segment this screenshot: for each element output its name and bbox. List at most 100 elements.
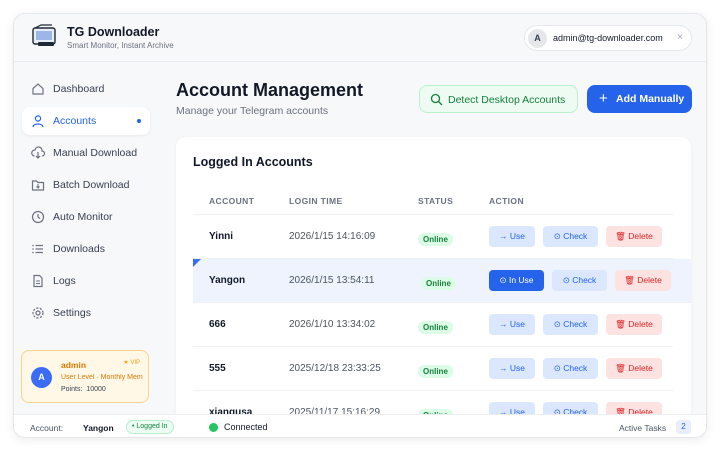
use-button-label: Use: [509, 319, 525, 329]
delete-button-label: Delete: [628, 319, 653, 329]
delete-button-label: Delete: [628, 231, 653, 241]
user-menu[interactable]: A admin@tg-downloader.com ×: [524, 25, 692, 51]
use-button[interactable]: → Use: [489, 226, 535, 247]
document-icon: [33, 274, 43, 288]
column-header-action: ACTION: [489, 196, 524, 206]
account-name: 666: [209, 319, 226, 330]
app-subtitle: Smart Monitor, Instant Archive: [67, 41, 174, 50]
use-button-label: Use: [509, 363, 525, 373]
connected-icon: [209, 423, 218, 432]
active-indicator: [137, 119, 141, 123]
in-use-button-label: In Use: [508, 275, 534, 285]
check-button[interactable]: ⊙ Check: [543, 226, 598, 247]
sidebar-item-auto-monitor[interactable]: Auto Monitor: [22, 203, 150, 231]
sidebar-item-manual-download[interactable]: Manual Download: [22, 139, 150, 167]
home-icon: [32, 83, 44, 95]
avatar: A: [31, 367, 52, 388]
column-header-login-time: LOGIN TIME: [289, 196, 343, 206]
points-label: Points:: [61, 386, 83, 393]
check-button-label: Check: [572, 275, 597, 285]
app-header: TG Downloader Smart Monitor, Instant Arc…: [14, 14, 706, 62]
check-circle-icon: ⊙: [553, 231, 561, 241]
cloud-download-icon: [31, 146, 45, 159]
arrow-right-icon: →: [499, 363, 508, 373]
status-bar: Account: Yangon • Logged In Connected Ac…: [14, 414, 706, 437]
check-button[interactable]: ⊙ Check: [543, 314, 598, 335]
gear-icon: [32, 307, 44, 319]
delete-button[interactable]: 🗑 Delete: [606, 314, 662, 335]
accounts-panel: Logged In Accounts ACCOUNT LOGIN TIME ST…: [176, 137, 691, 427]
delete-button-label: Delete: [637, 275, 662, 285]
sidebar-item-label: Dashboard: [53, 83, 105, 95]
app-title: TG Downloader: [67, 25, 160, 39]
account-name: Yangon: [209, 275, 246, 286]
sidebar-item-label: Settings: [53, 307, 91, 319]
check-circle-icon: ⊙: [562, 275, 570, 285]
table-row: 666 2026/1/10 13:34:02 Online → Use ⊙ Ch…: [193, 303, 673, 347]
user-points: Points: 10000: [61, 386, 106, 393]
check-button-label: Check: [563, 319, 588, 329]
list-icon: [32, 244, 43, 254]
sidebar-item-label: Manual Download: [53, 147, 138, 159]
table-row-current: Yangon 2026/1/15 13:54:11 Online ⊙ In Us…: [193, 259, 691, 303]
column-header-status: STATUS: [418, 196, 454, 206]
in-use-button[interactable]: ⊙ In Use: [489, 270, 544, 291]
sidebar-item-label: Downloads: [53, 243, 105, 255]
user-email: admin@tg-downloader.com: [553, 33, 663, 43]
page-subtitle: Manage your Telegram accounts: [176, 105, 329, 117]
connection-status: Connected: [224, 422, 268, 432]
sidebar-item-label: Logs: [53, 275, 76, 287]
active-tasks-count[interactable]: 2: [676, 420, 691, 434]
login-time: 2026/1/10 13:34:02: [289, 319, 376, 330]
sidebar-item-dashboard[interactable]: Dashboard: [22, 75, 150, 103]
detect-button-label: Detect Desktop Accounts: [448, 94, 566, 106]
sidebar-item-batch-download[interactable]: Batch Download: [22, 171, 150, 199]
avatar: A: [528, 29, 547, 48]
check-circle-icon: ⊙: [499, 275, 507, 285]
table-header: ACCOUNT LOGIN TIME STATUS ACTION: [193, 187, 673, 215]
user-card[interactable]: A admin User Level · Monthly Member Poin…: [21, 350, 149, 403]
detect-desktop-accounts-button[interactable]: Detect Desktop Accounts: [419, 85, 578, 113]
sidebar-item-logs[interactable]: Logs: [22, 267, 150, 295]
account-name: Yinni: [209, 231, 234, 242]
trash-icon: 🗑: [615, 363, 626, 373]
sidebar-item-settings[interactable]: Settings: [22, 299, 150, 327]
account-name: 555: [209, 363, 226, 374]
user-name: admin: [61, 360, 87, 370]
use-button[interactable]: → Use: [489, 358, 535, 379]
table-row: Yinni 2026/1/15 14:16:09 Online → Use ⊙ …: [193, 215, 673, 259]
delete-button[interactable]: 🗑 Delete: [606, 226, 662, 247]
search-icon: [430, 93, 443, 106]
use-button[interactable]: → Use: [489, 314, 535, 335]
sidebar-item-downloads[interactable]: Downloads: [22, 235, 150, 263]
points-value: 10000: [86, 386, 106, 393]
sidebar-item-label: Accounts: [53, 115, 97, 127]
delete-button[interactable]: 🗑 Delete: [606, 358, 662, 379]
status-badge: Online: [421, 277, 456, 290]
status-badge: Online: [418, 365, 453, 378]
arrow-right-icon: →: [499, 319, 508, 329]
sidebar-item-label: Auto Monitor: [53, 211, 113, 223]
sidebar-item-accounts[interactable]: Accounts: [22, 107, 150, 135]
check-button[interactable]: ⊙ Check: [552, 270, 607, 291]
close-icon[interactable]: ×: [677, 32, 683, 43]
table-row: 555 2025/12/18 23:33:25 Online → Use ⊙ C…: [193, 347, 673, 391]
delete-button[interactable]: 🗑 Delete: [615, 270, 671, 291]
page-title: Account Management: [176, 80, 364, 100]
trash-icon: 🗑: [624, 275, 635, 285]
folder-download-icon: [31, 180, 45, 191]
check-circle-icon: ⊙: [553, 363, 561, 373]
check-button-label: Check: [563, 231, 588, 241]
user-level: User Level · Monthly Member: [61, 374, 143, 381]
current-indicator: [193, 259, 201, 267]
login-time: 2026/1/15 13:54:11: [289, 275, 375, 286]
app-window: TG Downloader Smart Monitor, Instant Arc…: [13, 13, 707, 438]
user-icon: [32, 115, 44, 128]
check-button[interactable]: ⊙ Check: [543, 358, 598, 379]
clock-icon: [31, 210, 45, 224]
add-manually-button[interactable]: + Add Manually: [587, 85, 692, 113]
trash-icon: 🗑: [615, 319, 626, 329]
account-label: Account:: [30, 423, 64, 433]
plus-icon: +: [599, 90, 608, 107]
arrow-right-icon: →: [499, 231, 508, 241]
